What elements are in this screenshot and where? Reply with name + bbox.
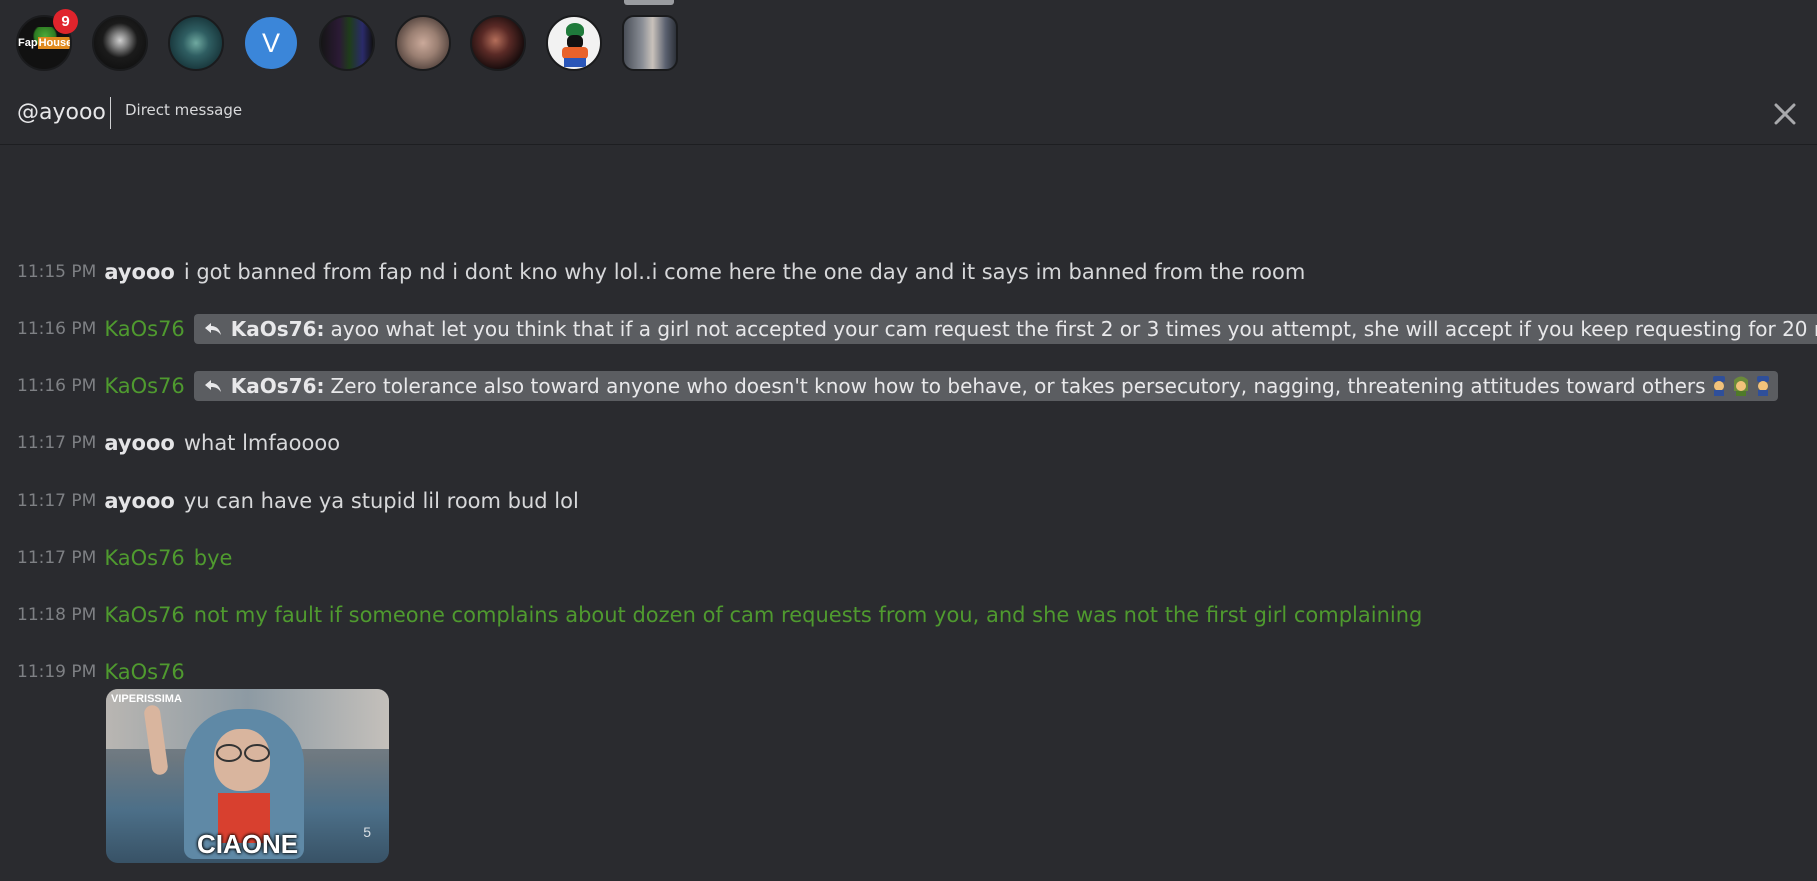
message-text: i got banned from fap nd i dont kno why … [183,260,1306,284]
gif-corner-mark: 5 [363,824,371,840]
gif-top-label: VIPERISSIMA [111,693,182,705]
reply-icon [204,322,222,336]
message-user[interactable]: KaOs76 [104,603,184,627]
message-time: 11:19 PM [17,662,97,682]
quoted-message[interactable]: KaOs76: ayoo what let you think that if … [193,314,1817,344]
active-indicator [624,0,674,5]
message-user[interactable]: ayooo [104,260,175,284]
avatar-label-bottom: House [37,37,72,49]
message-time: 11:17 PM [17,548,97,568]
dm-subtitle: Direct message [125,101,243,119]
message-row: 11:18 PM KaOs76 not my fault if someone … [17,600,1422,630]
message-text: yu can have ya stupid lil room bud lol [183,489,579,513]
message-user[interactable]: ayooo [104,431,175,455]
header-divider [110,97,111,129]
message-text: bye [193,546,233,570]
quote-user: KaOs76: [230,374,325,398]
dm-username: @ayooo [17,100,106,125]
message-list[interactable]: 11:15 PM ayooo i got banned from fap nd … [0,145,1817,881]
police-emoji [1710,375,1728,397]
pants-shape [564,58,586,67]
message-time: 11:17 PM [17,491,97,511]
guard-emoji [1732,375,1750,397]
message-time: 11:18 PM [17,605,97,625]
avatar-rune[interactable] [168,15,224,71]
dm-header: @ayooo Direct message [0,80,1817,145]
message-user[interactable]: KaOs76 [104,317,184,341]
unread-badge: 9 [53,9,78,34]
avatar-portrait[interactable] [470,15,526,71]
message-row: 11:16 PM KaOs76 KaOs76: Zero tolerance a… [17,371,1778,401]
message-text: not my fault if someone complains about … [193,603,1423,627]
message-time: 11:16 PM [17,376,97,396]
message-text: what lmfaoooo [183,431,341,455]
gif-caption: CIAONE [196,829,299,859]
message-time: 11:17 PM [17,433,97,453]
close-icon[interactable] [1771,100,1799,128]
avatar-photo[interactable] [622,15,678,71]
avatar-label-top: Fap [18,37,38,49]
quote-text: Zero tolerance also toward anyone who do… [330,374,1706,398]
gif-glasses-right [244,744,270,762]
quote-text: ayoo what let you think that if a girl n… [330,317,1817,341]
message-row: 11:17 PM ayooo yu can have ya stupid lil… [17,486,579,516]
message-row: 11:16 PM KaOs76 KaOs76: ayoo what let yo… [17,314,1817,344]
message-user[interactable]: KaOs76 [104,546,184,570]
avatar-neon[interactable] [319,15,375,71]
police-emoji [1754,375,1772,397]
message-row: 11:15 PM ayooo i got banned from fap nd … [17,257,1305,287]
message-user[interactable]: ayooo [104,489,175,513]
message-user[interactable]: KaOs76 [104,660,184,684]
avatar-v[interactable]: V [243,15,299,71]
message-time: 11:15 PM [17,262,97,282]
avatar-goofy[interactable] [546,15,602,71]
avatar-skull[interactable] [92,15,148,71]
message-row: 11:19 PM KaOs76 [17,657,194,687]
reply-icon [204,379,222,393]
quote-user: KaOs76: [230,317,325,341]
avatar-letter: V [261,28,280,58]
message-row: 11:17 PM KaOs76 bye [17,543,232,573]
quoted-message[interactable]: KaOs76: Zero tolerance also toward anyon… [193,371,1778,401]
message-row: 11:17 PM ayooo what lmfaoooo [17,428,340,458]
avatar-figure[interactable] [395,15,451,71]
gif-glasses-left [216,744,242,762]
conversation-bar: FapHouse 9 V [0,0,1817,80]
message-time: 11:16 PM [17,319,97,339]
message-user[interactable]: KaOs76 [104,374,184,398]
gif-image[interactable]: VIPERISSIMA CIAONE 5 [106,689,389,863]
